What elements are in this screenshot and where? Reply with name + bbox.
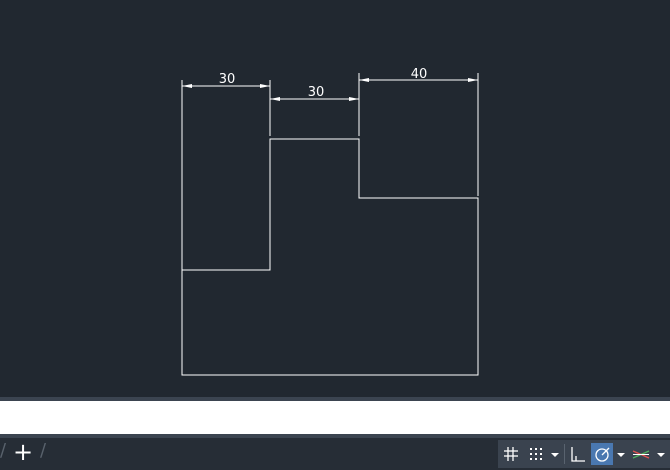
isometric-drafting-icon[interactable] bbox=[630, 443, 652, 465]
status-tools-group bbox=[498, 440, 670, 468]
snap-mode-icon[interactable] bbox=[525, 443, 547, 465]
dimension-arrow bbox=[468, 78, 478, 82]
dimension-middle[interactable]: 30 bbox=[270, 85, 359, 101]
drawing-svg[interactable]: 30 30 40 bbox=[0, 0, 670, 397]
dimension-arrow bbox=[349, 97, 359, 101]
chevron-down-icon bbox=[551, 453, 559, 457]
polar-tracking-icon[interactable] bbox=[591, 443, 613, 465]
ortho-mode-icon[interactable] bbox=[567, 443, 589, 465]
shape-outline[interactable] bbox=[181, 138, 479, 376]
snap-mode-dropdown[interactable] bbox=[549, 443, 561, 465]
polar-tracking-dropdown[interactable] bbox=[615, 443, 627, 465]
dimension-text-right: 40 bbox=[411, 67, 428, 82]
dimension-arrow bbox=[260, 84, 270, 88]
dimension-text-left: 30 bbox=[219, 72, 236, 87]
dimension-text-middle: 30 bbox=[308, 85, 325, 100]
tool-divider bbox=[564, 444, 565, 464]
grid-display-icon[interactable] bbox=[500, 443, 522, 465]
dimension-right[interactable]: 40 bbox=[359, 67, 478, 82]
command-line-input[interactable] bbox=[0, 401, 670, 434]
dimension-left[interactable]: 30 bbox=[182, 72, 270, 88]
layout-tab-divider: / bbox=[40, 440, 47, 461]
isometric-drafting-dropdown[interactable] bbox=[655, 443, 667, 465]
dimension-arrow bbox=[270, 97, 280, 101]
cad-application-window: 30 30 40 / + / bbox=[0, 0, 670, 470]
drawing-canvas[interactable]: 30 30 40 bbox=[0, 0, 670, 397]
add-layout-button[interactable]: + bbox=[10, 440, 36, 466]
status-bar: / + / bbox=[0, 438, 670, 470]
layout-tab-divider: / bbox=[0, 440, 7, 461]
dimension-arrow bbox=[359, 78, 369, 82]
chevron-down-icon bbox=[617, 453, 625, 457]
dimension-arrow bbox=[182, 84, 192, 88]
chevron-down-icon bbox=[657, 453, 665, 457]
